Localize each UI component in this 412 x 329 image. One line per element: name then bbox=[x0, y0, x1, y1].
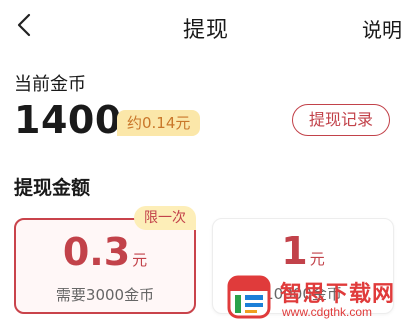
approx-value-badge: 约0.14元 bbox=[117, 110, 201, 136]
option-amount-unit: 元 bbox=[309, 250, 325, 268]
coin-balance-value: 1400 bbox=[14, 98, 122, 142]
option-amount-unit: 元 bbox=[132, 251, 148, 269]
withdraw-record-button[interactable]: 提现记录 bbox=[291, 104, 390, 136]
option-amount: 1元 bbox=[213, 229, 393, 273]
option-amount-value: 0.3 bbox=[62, 230, 131, 274]
help-link[interactable]: 说明 bbox=[362, 14, 402, 43]
amount-section-title: 提现金额 bbox=[14, 177, 91, 199]
top-bar: 提现 说明 bbox=[0, 0, 412, 56]
watermark-url: www.cdgthk.com bbox=[282, 305, 373, 319]
page-title: 提现 bbox=[182, 18, 229, 43]
amount-option-0-3[interactable]: 限一次 0.3 元 需要3000金币 bbox=[14, 206, 196, 314]
site-logo-icon bbox=[227, 275, 271, 319]
watermark-text: 智思下载网 bbox=[280, 282, 396, 307]
limit-once-badge: 限一次 bbox=[134, 206, 196, 230]
option-cost: 需要3000金币 bbox=[55, 286, 155, 304]
option-amount: 0.3 元 bbox=[16, 230, 194, 274]
option-amount-value: 1 bbox=[281, 229, 308, 273]
coin-balance-label: 当前金币 bbox=[14, 74, 86, 95]
